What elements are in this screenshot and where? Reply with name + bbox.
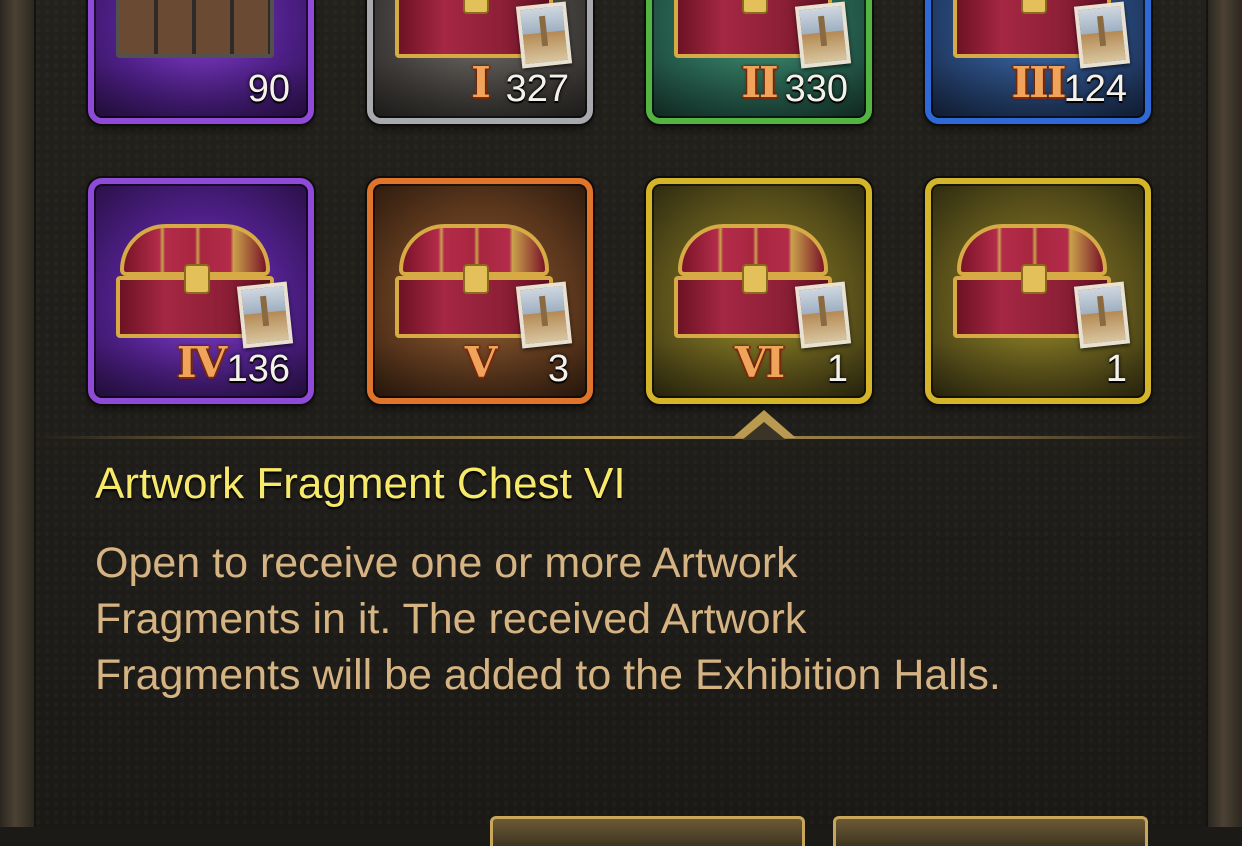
item-count: 90 <box>247 68 290 110</box>
item-count: 3 <box>547 348 569 390</box>
selection-pointer-inner <box>742 422 786 440</box>
artwork-card-icon <box>515 1 573 69</box>
action-button-right[interactable] <box>833 816 1148 846</box>
item-slot-chest-iii[interactable]: III 124 <box>925 0 1151 124</box>
item-slot-chest-i[interactable]: I 327 <box>367 0 593 124</box>
item-slot-gem-chest[interactable]: 90 <box>88 0 314 124</box>
item-detail-title: Artwork Fragment Chest VI <box>95 459 626 508</box>
item-count: 124 <box>1063 68 1127 110</box>
item-count: 1 <box>826 348 848 390</box>
tier-numeral: II <box>741 58 778 107</box>
tier-numeral: VI <box>734 338 785 387</box>
artwork-card-icon <box>794 1 852 69</box>
tier-numeral: III <box>1011 58 1067 107</box>
artwork-card-icon <box>515 281 573 349</box>
item-detail-description: Open to receive one or more Artwork Frag… <box>95 539 1001 699</box>
artwork-card-icon <box>1073 1 1131 69</box>
artwork-card-icon <box>236 281 294 349</box>
artwork-card-icon <box>1073 281 1131 349</box>
tier-numeral: I <box>471 58 491 107</box>
item-count: 327 <box>505 68 569 110</box>
item-slot-chest-vi-selected[interactable]: VI 1 <box>646 178 872 404</box>
action-button-left[interactable] <box>490 816 805 846</box>
item-count: 330 <box>784 68 848 110</box>
detail-divider <box>36 436 1206 439</box>
item-slot-chest-iv[interactable]: IV 136 <box>88 178 314 404</box>
item-slot-chest-gold[interactable]: 1 <box>925 178 1151 404</box>
item-slot-chest-ii[interactable]: II 330 <box>646 0 872 124</box>
tier-numeral: V <box>464 338 498 387</box>
tier-numeral: IV <box>176 338 227 387</box>
artwork-card-icon <box>794 281 852 349</box>
item-slot-chest-v[interactable]: V 3 <box>367 178 593 404</box>
item-grid: 90 I 327 II 330 III 124 IV 136 V 3 VI 1 … <box>0 0 1242 420</box>
item-count: 136 <box>226 348 290 390</box>
item-count: 1 <box>1105 348 1127 390</box>
gem-chest-icon <box>116 0 274 62</box>
